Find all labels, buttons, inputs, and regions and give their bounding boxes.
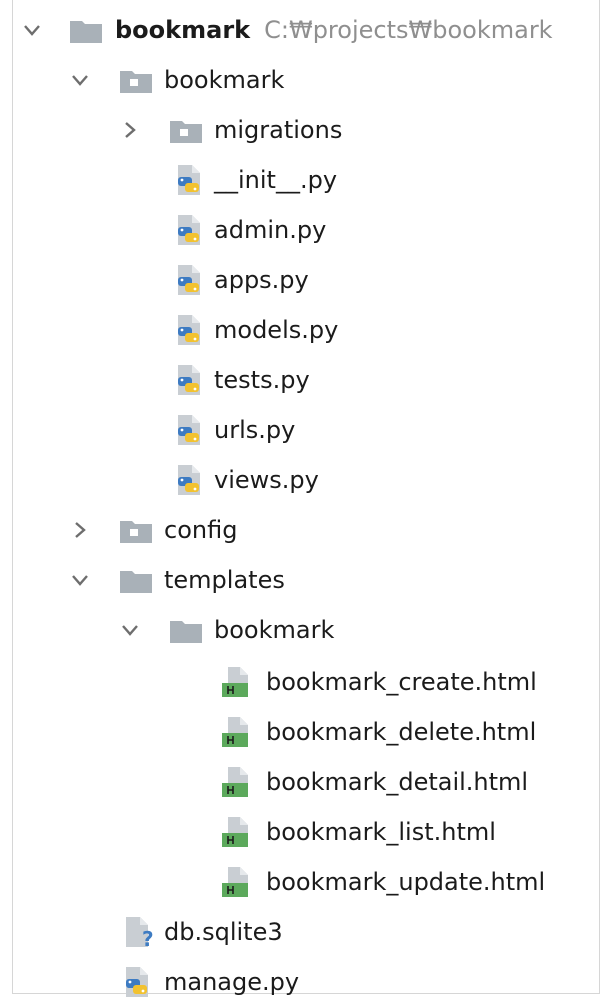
python-file-icon xyxy=(172,463,208,497)
project-name-text: bookmark xyxy=(115,16,251,44)
python-file-icon xyxy=(172,263,208,297)
tree-node-file[interactable]: bookmark_detail.html xyxy=(0,757,604,807)
tree-node-label: manage.py xyxy=(164,968,300,996)
python-file-icon xyxy=(172,363,208,397)
folder-icon xyxy=(118,563,154,597)
tree-node-folder[interactable]: config xyxy=(0,505,604,555)
tree-node-label: views.py xyxy=(214,466,319,494)
python-file-icon xyxy=(172,213,208,247)
tree-node-label: migrations xyxy=(214,116,343,144)
tree-node-label: tests.py xyxy=(214,366,310,394)
package-folder-icon xyxy=(118,63,154,97)
tree-node-label: bookmark xyxy=(164,66,285,94)
tree-node-folder[interactable]: migrations xyxy=(0,105,604,155)
tree-node-label: db.sqlite3 xyxy=(164,918,283,946)
tree-node-file[interactable]: models.py xyxy=(0,305,604,355)
tree-node-file[interactable]: tests.py xyxy=(0,355,604,405)
tree-node-file[interactable]: bookmark_delete.html xyxy=(0,707,604,757)
python-file-icon xyxy=(172,313,208,347)
tree-node-label: templates xyxy=(164,566,285,594)
tree-node-file[interactable]: manage.py xyxy=(0,957,604,1007)
chevron-right-icon[interactable] xyxy=(120,120,140,140)
chevron-down-icon[interactable] xyxy=(22,20,42,40)
chevron-down-icon[interactable] xyxy=(70,570,90,590)
tree-node-label: models.py xyxy=(214,316,339,344)
chevron-down-icon[interactable] xyxy=(70,70,90,90)
tree-node-file[interactable]: urls.py xyxy=(0,405,604,455)
chevron-down-icon[interactable] xyxy=(120,620,140,640)
tree-node-file[interactable]: apps.py xyxy=(0,255,604,305)
tree-node-folder[interactable]: templates xyxy=(0,555,604,605)
tree-node-project-root[interactable]: bookmark C:₩projects₩bookmark xyxy=(0,5,604,55)
tree-node-file[interactable]: bookmark_list.html xyxy=(0,807,604,857)
tree-node-label: bookmark xyxy=(214,616,335,644)
python-file-icon xyxy=(120,965,156,999)
folder-icon xyxy=(168,613,204,647)
tree-node-folder[interactable]: bookmark xyxy=(0,605,604,655)
chevron-right-icon[interactable] xyxy=(70,520,90,540)
tree-node-file[interactable]: bookmark_update.html xyxy=(0,857,604,907)
python-file-icon xyxy=(172,163,208,197)
html-file-icon xyxy=(220,815,256,849)
tree-node-file[interactable]: ? db.sqlite3 xyxy=(0,907,604,957)
unknown-file-icon: ? xyxy=(120,915,156,949)
tree-node-label: apps.py xyxy=(214,266,309,294)
tree-node-label: bookmark_list.html xyxy=(266,818,496,846)
tree-node-label: bookmark_create.html xyxy=(266,668,537,696)
tree-node-label: urls.py xyxy=(214,416,296,444)
folder-icon xyxy=(68,13,104,47)
package-folder-icon xyxy=(168,113,204,147)
html-file-icon xyxy=(220,715,256,749)
tree-node-file[interactable]: bookmark_create.html xyxy=(0,657,604,707)
tree-node-label: __init__.py xyxy=(214,166,338,194)
tree-node-label: bookmark_update.html xyxy=(266,868,546,896)
tree-node-label: bookmark_delete.html xyxy=(266,718,537,746)
tree-node-label: bookmark_detail.html xyxy=(266,768,529,796)
html-file-icon xyxy=(220,665,256,699)
project-path: C:₩projects₩bookmark xyxy=(264,16,553,44)
svg-text:?: ? xyxy=(142,927,154,949)
tree-node-folder[interactable]: bookmark xyxy=(0,55,604,105)
html-file-icon xyxy=(220,765,256,799)
package-folder-icon xyxy=(118,513,154,547)
tree-node-file[interactable]: views.py xyxy=(0,455,604,505)
html-file-icon xyxy=(220,865,256,899)
tree-node-label: config xyxy=(164,516,238,544)
tree-node-file[interactable]: admin.py xyxy=(0,205,604,255)
python-file-icon xyxy=(172,413,208,447)
project-name: bookmark C:₩projects₩bookmark xyxy=(115,16,553,44)
tree-node-file[interactable]: __init__.py xyxy=(0,155,604,205)
tree-node-label: admin.py xyxy=(214,216,327,244)
